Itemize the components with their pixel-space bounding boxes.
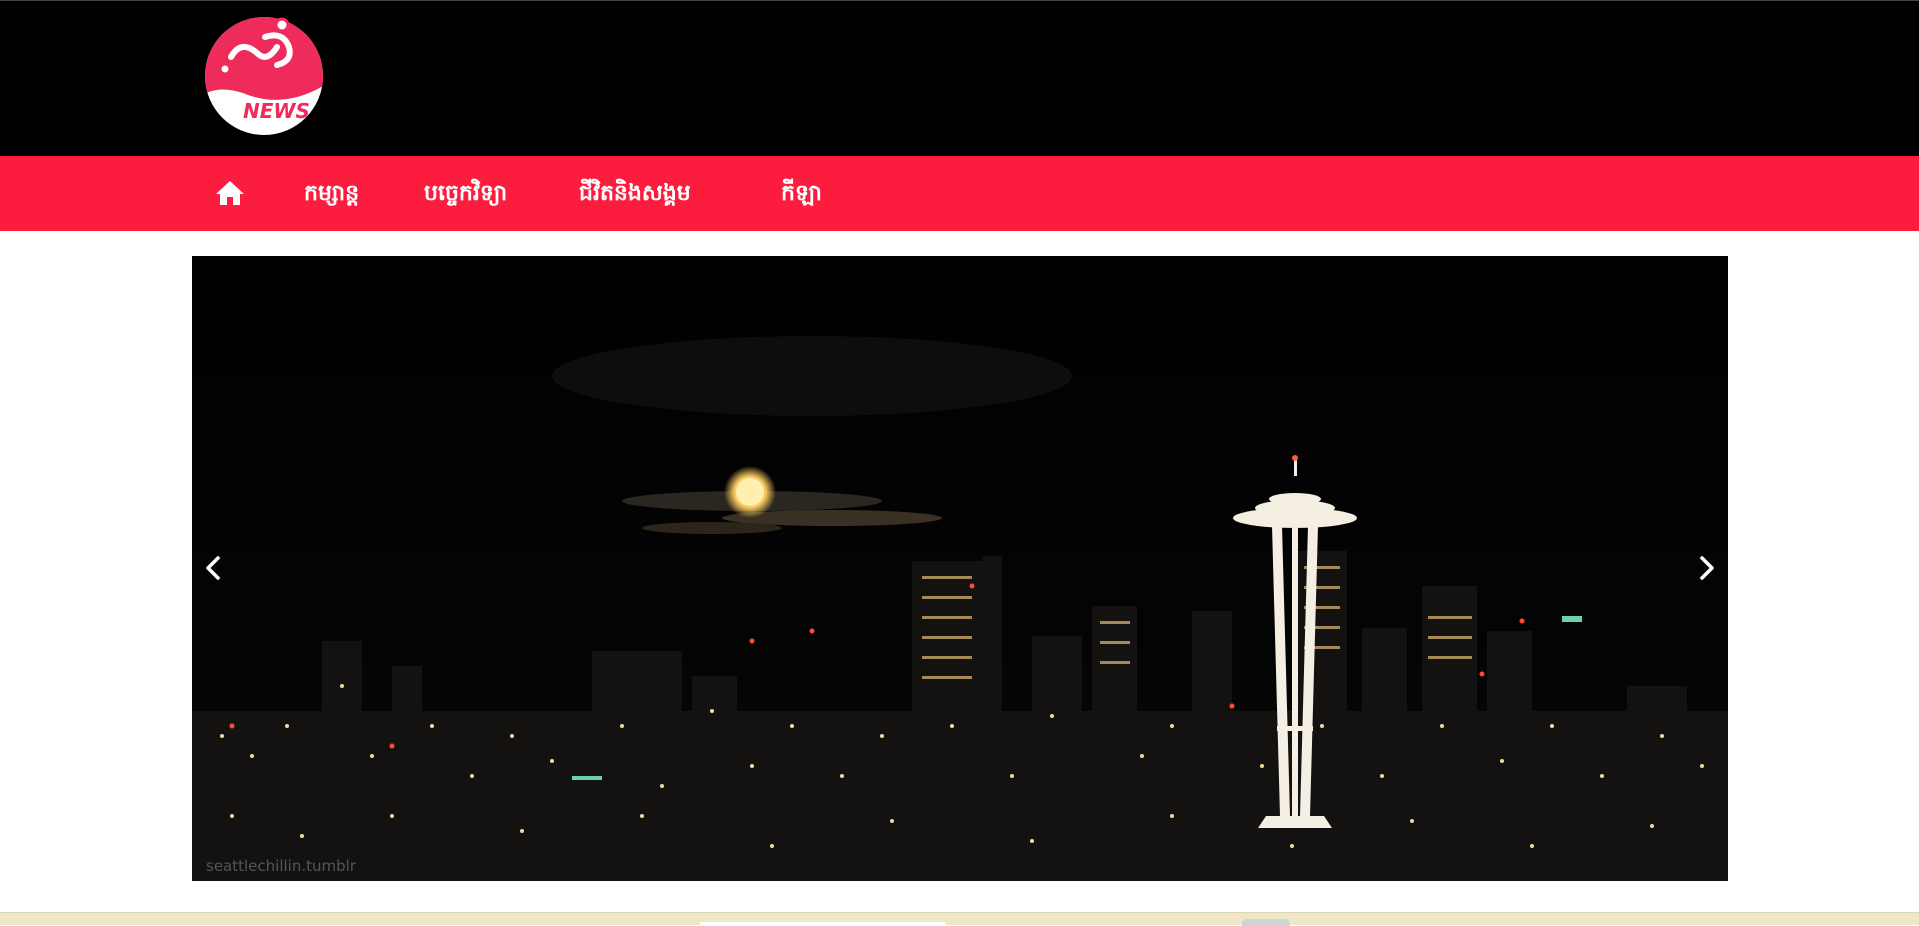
- nav-item-entertainment[interactable]: កម្សាន្ត: [304, 156, 359, 231]
- nav-item-life-society[interactable]: ជីវិតនិងសង្គម: [579, 156, 691, 231]
- logo-graphic: NEWS: [205, 17, 323, 135]
- site-header: NEWS: [0, 0, 1919, 156]
- chevron-right-icon: [1700, 556, 1714, 580]
- content-strip: [0, 912, 1919, 926]
- chevron-left-icon: [206, 556, 220, 580]
- slider-prev-button[interactable]: [196, 550, 232, 586]
- logo-text: NEWS: [243, 99, 310, 123]
- site-logo[interactable]: NEWS: [203, 15, 325, 137]
- home-icon: [216, 181, 244, 205]
- slider-next-button[interactable]: [1688, 550, 1724, 586]
- image-slider[interactable]: seattlechillin.tumblr: [192, 256, 1728, 881]
- slide-watermark: seattlechillin.tumblr: [206, 857, 356, 875]
- nav-item-technology[interactable]: បច្ចេកវិទ្យា: [424, 156, 507, 231]
- slide-image: [192, 256, 1728, 881]
- main-nav: កម្សាន្ត បច្ចេកវិទ្យា ជីវិតនិងសង្គម កីឡា: [0, 156, 1919, 231]
- nav-home[interactable]: [215, 178, 245, 208]
- strip-element: [700, 922, 946, 926]
- nav-item-sports[interactable]: កីឡា: [781, 156, 822, 231]
